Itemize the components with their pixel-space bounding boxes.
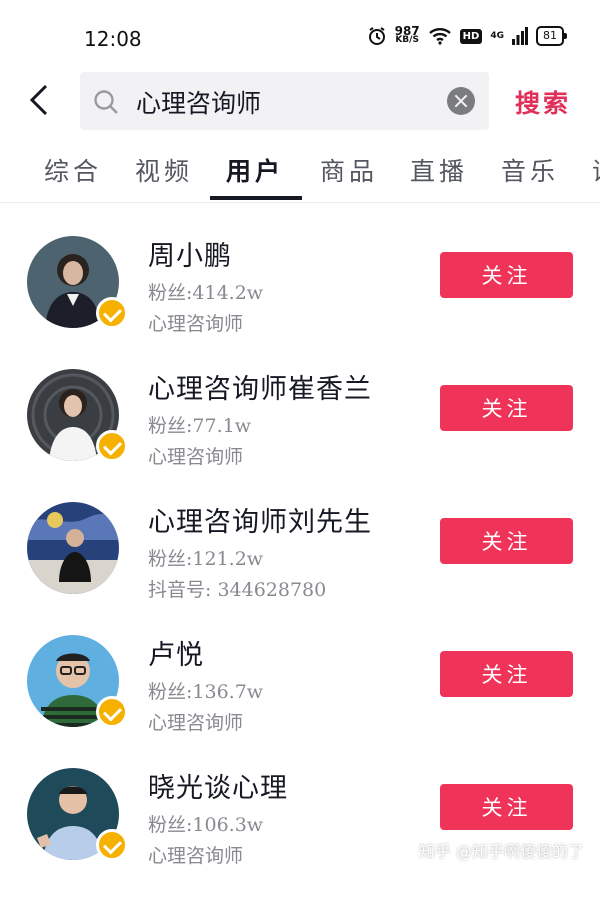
user-fans: 粉丝:106.3w — [148, 814, 264, 836]
user-row[interactable]: 周小鹏 粉丝:414.2w 心理咨询师 关注 — [0, 236, 600, 368]
status-icons: 987 KB/S HD 4G 81 — [367, 25, 567, 46]
wifi-icon — [428, 28, 451, 45]
user-description: 心理咨询师 — [148, 712, 244, 734]
search-input[interactable]: 心理咨询师 — [80, 72, 489, 130]
user-fans: 粉丝:121.2w — [148, 548, 264, 570]
follow-button[interactable]: 关注 — [440, 518, 573, 564]
avatar[interactable] — [27, 502, 119, 594]
watermark: 知乎 @知乎啊傻傻的了 — [418, 842, 584, 861]
tab-live[interactable]: 直播 — [410, 152, 468, 188]
clear-icon[interactable] — [447, 87, 475, 115]
user-name[interactable]: 心理咨询师刘先生 — [148, 500, 372, 539]
result-tabs: 综合 视频 用户 商品 直播 音乐 话 — [0, 144, 600, 202]
user-description: 心理咨询师 — [148, 446, 244, 468]
search-bar: 心理咨询师 搜索 — [0, 72, 600, 132]
alarm-icon — [368, 27, 385, 45]
user-fans: 粉丝:414.2w — [148, 282, 264, 304]
user-description: 抖音号: 344628780 — [148, 579, 327, 601]
verified-badge-icon — [96, 829, 128, 861]
verified-badge-icon — [96, 696, 128, 728]
tab-active-indicator — [210, 196, 302, 200]
search-button[interactable]: 搜索 — [515, 84, 571, 120]
user-fans: 粉丝:136.7w — [148, 681, 264, 703]
follow-button[interactable]: 关注 — [440, 252, 573, 298]
status-time: 12:08 — [84, 27, 142, 51]
user-description: 心理咨询师 — [148, 845, 244, 867]
search-icon — [94, 90, 118, 114]
user-row[interactable]: 心理咨询师刘先生 粉丝:121.2w 抖音号: 344628780 关注 — [0, 502, 600, 634]
tab-topics[interactable]: 话 — [592, 152, 600, 188]
user-row[interactable]: 晓光谈心理 粉丝:106.3w 心理咨询师 关注 — [0, 768, 600, 900]
tab-music[interactable]: 音乐 — [501, 152, 559, 188]
verified-badge-icon — [96, 297, 128, 329]
follow-button[interactable]: 关注 — [440, 784, 573, 830]
user-row[interactable]: 卢悦 粉丝:136.7w 心理咨询师 关注 — [0, 635, 600, 767]
user-row[interactable]: 心理咨询师崔香兰 粉丝:77.1w 心理咨询师 关注 — [0, 369, 600, 501]
network-speed: 987 KB/S — [395, 25, 420, 45]
user-fans: 粉丝:77.1w — [148, 415, 251, 437]
user-description: 心理咨询师 — [148, 313, 244, 335]
back-arrow-icon[interactable] — [24, 80, 60, 120]
hd-icon: HD — [459, 28, 483, 44]
user-name[interactable]: 周小鹏 — [148, 234, 232, 273]
tab-users[interactable]: 用户 — [226, 152, 284, 188]
follow-button[interactable]: 关注 — [440, 385, 573, 431]
divider — [0, 202, 600, 203]
follow-button[interactable]: 关注 — [440, 651, 573, 697]
battery-icon: 81 — [536, 26, 567, 46]
verified-badge-icon — [96, 430, 128, 462]
status-bar: 12:08 987 KB/S HD 4G 81 — [0, 0, 600, 72]
signal-4g-label: 4G — [490, 31, 504, 41]
user-name[interactable]: 卢悦 — [148, 633, 204, 672]
tab-comprehensive[interactable]: 综合 — [44, 152, 102, 188]
tab-products[interactable]: 商品 — [320, 152, 378, 188]
tab-videos[interactable]: 视频 — [135, 152, 193, 188]
network-speed-unit: KB/S — [395, 35, 419, 45]
user-name[interactable]: 晓光谈心理 — [148, 766, 288, 805]
user-name[interactable]: 心理咨询师崔香兰 — [148, 367, 372, 406]
signal-icon — [512, 27, 528, 45]
search-query-text: 心理咨询师 — [136, 89, 262, 118]
